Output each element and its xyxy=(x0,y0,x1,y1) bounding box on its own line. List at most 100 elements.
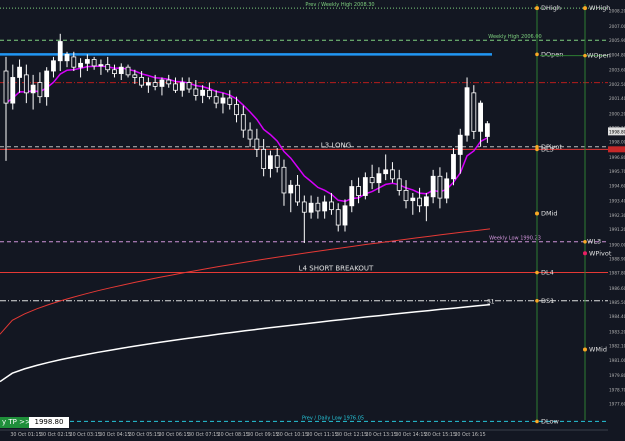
price-tick: 1992.30 xyxy=(609,213,625,218)
candle-body xyxy=(57,41,63,62)
candle-body xyxy=(396,178,402,191)
candle-body xyxy=(240,114,246,131)
candle-body xyxy=(403,189,409,202)
level-right-label: WOpen xyxy=(587,52,611,60)
price-tick: 1994.60 xyxy=(609,183,625,188)
price-tick: 2003.60 xyxy=(609,68,625,73)
candle-body xyxy=(288,184,294,194)
time-tick: 30 Oct 06:15 xyxy=(158,432,189,437)
candle-body xyxy=(51,60,56,72)
candle-body xyxy=(159,79,165,87)
candle-body xyxy=(173,83,178,91)
level-marker-label: WHigh xyxy=(589,4,610,12)
price-tick: 1996.80 xyxy=(609,155,625,160)
time-tick: 30 Oct 02:15 xyxy=(40,432,71,437)
candle-body xyxy=(213,96,219,104)
level-marker xyxy=(535,6,539,11)
price-tick: 2005.90 xyxy=(609,38,625,43)
time-tick: 30 Oct 10:15 xyxy=(277,432,308,437)
candle-body xyxy=(478,102,484,132)
time-tick: 30 Oct 13:15 xyxy=(366,432,397,437)
candle-body xyxy=(17,66,22,78)
candle-body xyxy=(423,196,429,207)
price-chart: Prev / Weekly High 2008.30 Weekly High 20… xyxy=(0,0,625,438)
price-tick: 2008.20 xyxy=(609,9,625,14)
candle-body xyxy=(64,53,70,62)
level-label: L4 SHORT BREAKOUT xyxy=(299,265,374,273)
candle-body xyxy=(10,77,16,104)
candle-body xyxy=(220,97,226,104)
price-tick: 2004.80 xyxy=(609,52,625,57)
price-tick: 1985.50 xyxy=(609,300,625,305)
time-tick: 30 Oct 04:15 xyxy=(99,432,130,437)
candle-body xyxy=(390,169,395,180)
candle-body xyxy=(78,62,83,68)
level-dot xyxy=(535,419,539,424)
time-tick: 30 Oct 14:15 xyxy=(395,432,426,437)
candle-body xyxy=(186,82,192,90)
candle-body xyxy=(471,92,477,132)
price-tick: 1998.00 xyxy=(609,140,625,145)
candle-body xyxy=(261,148,267,169)
level-right-label: DS1 xyxy=(541,297,554,305)
candle-body xyxy=(118,66,124,74)
candle-body xyxy=(301,201,307,213)
candle-body xyxy=(329,201,334,211)
level-marker xyxy=(583,347,587,352)
time-tick: 30 Oct 12:15 xyxy=(336,432,367,437)
chart-root: Prev / Weekly High 2008.30 Weekly High 20… xyxy=(0,0,625,438)
level-marker-label: WMid xyxy=(589,346,607,354)
time-axis: 30 Oct 01:1530 Oct 02:1530 Oct 03:1530 O… xyxy=(0,429,608,438)
candle-body xyxy=(166,79,172,85)
price-tick: 1991.20 xyxy=(609,227,625,232)
candle-body xyxy=(417,197,422,207)
candle-body xyxy=(335,209,341,226)
level-dot xyxy=(583,53,587,58)
price-box: 1998.80 xyxy=(29,417,69,428)
level-right-label: DLow xyxy=(541,417,559,425)
candle-body xyxy=(342,205,348,226)
dl3-axis-marker xyxy=(608,146,625,153)
price-tick: 1993.40 xyxy=(609,199,625,204)
candle-body xyxy=(383,169,389,175)
candle-body xyxy=(227,97,233,105)
time-tick: 30 Oct 09:15 xyxy=(247,432,278,437)
time-tick: 30 Oct 15:15 xyxy=(425,432,456,437)
candle-body xyxy=(30,84,36,94)
candle-body xyxy=(349,186,355,207)
level-dot xyxy=(535,298,539,303)
candle-body xyxy=(105,64,111,71)
level-dot xyxy=(535,147,539,152)
level-marker xyxy=(583,6,587,11)
price-tick: 1988.90 xyxy=(609,256,625,261)
level-marker-label: DMid xyxy=(541,210,558,218)
candle-body xyxy=(254,138,260,150)
candle-body xyxy=(410,197,416,202)
candle-body xyxy=(179,82,185,91)
level-marker xyxy=(583,251,587,256)
candle-body xyxy=(200,89,206,96)
candle-body xyxy=(437,175,443,199)
price-axis-background xyxy=(608,0,625,437)
level-dot xyxy=(583,239,587,244)
candle-body xyxy=(234,103,239,116)
time-tick: 30 Oct 05:15 xyxy=(129,432,160,437)
level-label: Weekly Low 1990.23 xyxy=(489,236,541,242)
price-tick: 1986.60 xyxy=(609,286,625,291)
level-dot xyxy=(535,270,539,275)
time-tick: 30 Oct 08:15 xyxy=(218,432,249,437)
level-marker xyxy=(535,211,539,216)
candle-body xyxy=(484,123,490,137)
price-tick: 2001.40 xyxy=(609,96,625,101)
candle-body xyxy=(451,154,456,180)
price-tick: 1995.70 xyxy=(609,169,625,174)
price-tick: 1982.10 xyxy=(609,344,625,349)
candle-body xyxy=(23,74,29,94)
candle-body xyxy=(308,202,314,213)
price-tick: 1984.40 xyxy=(609,314,625,319)
candle-body xyxy=(457,134,463,155)
candle-body xyxy=(71,56,77,68)
candle-body xyxy=(356,186,361,196)
candle-body xyxy=(281,166,287,194)
candle-body xyxy=(125,66,131,76)
